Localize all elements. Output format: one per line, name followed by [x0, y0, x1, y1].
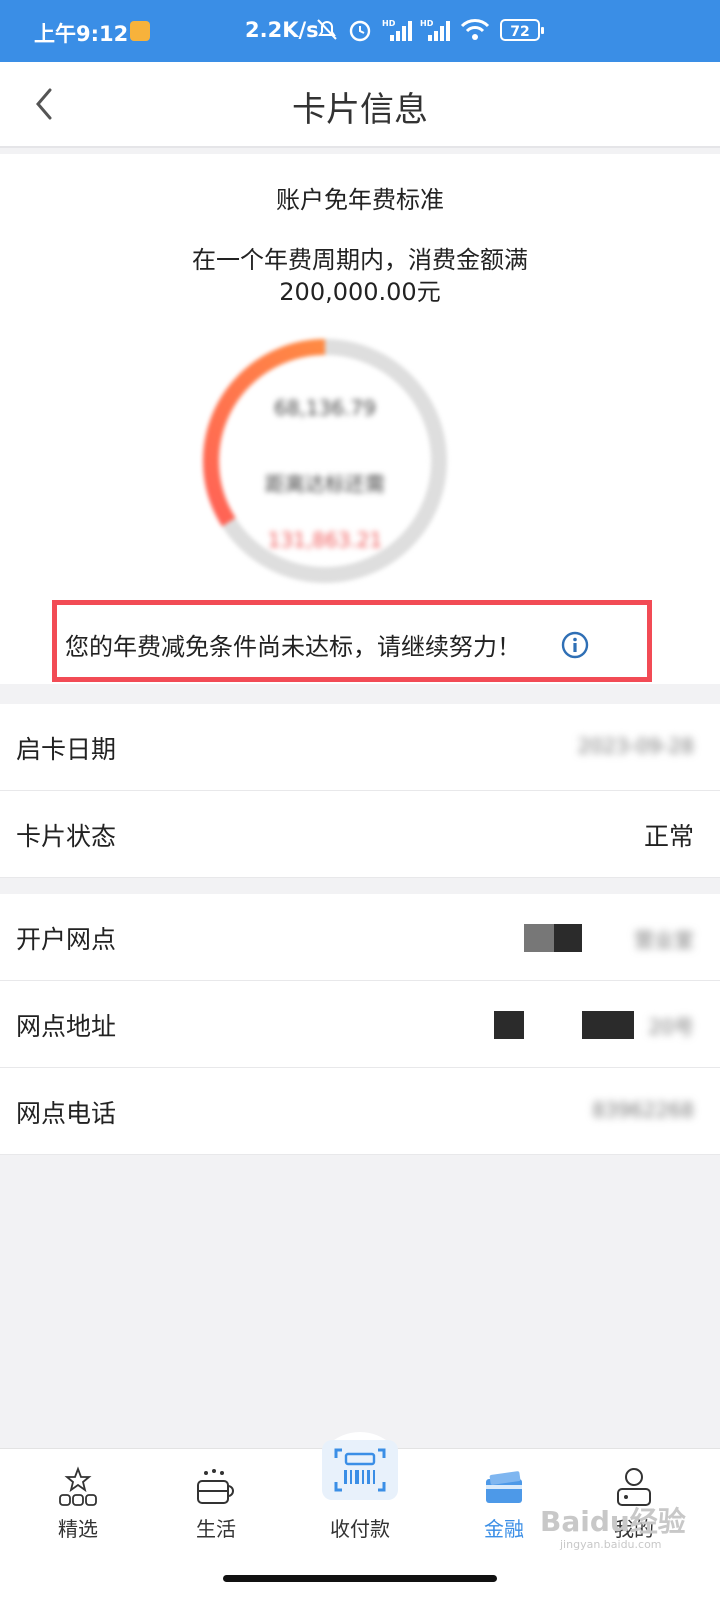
fee-waiver-alert: 您的年费减免条件尚未达标，请继续努力！ [52, 600, 652, 682]
row-card-status: 卡片状态 正常 [0, 791, 720, 878]
watermark-logo: Baidu经验 [540, 1505, 686, 1538]
row-branch-address: 网点地址 20号 [0, 981, 720, 1068]
fee-standard-threshold: 200,000.00元 [279, 278, 441, 306]
tab-life-label: 生活 [196, 1517, 236, 1541]
activation-date-value: 2023-09-28 [577, 734, 694, 758]
card-info-list: 启卡日期 2023-09-28 卡片状态 正常 [0, 704, 720, 878]
redaction-block [582, 1011, 634, 1039]
scan-barcode-icon [334, 1448, 386, 1492]
watermark-url: jingyan.baidu.com [560, 1538, 662, 1551]
battery-indicator: 72 [500, 19, 544, 41]
row-branch: 开户网点 营业室 [0, 894, 720, 981]
branch-address-label: 网点地址 [16, 1012, 117, 1041]
mute-bell-icon [317, 19, 337, 40]
branch-phone-label: 网点电话 [16, 1099, 117, 1128]
spent-amount: 68,136.79 [274, 396, 376, 420]
network-speed: 2.2K/s [245, 18, 319, 42]
status-time: 上午9:12 [34, 22, 129, 46]
fee-standard-description-line1: 在一个年费周期内，消费金额满 [192, 246, 528, 274]
branch-label: 开户网点 [16, 925, 117, 954]
branch-info-list: 开户网点 营业室 网点地址 20号 网点电话 83962268 [0, 894, 720, 1155]
remaining-amount: 131,863.21 [267, 528, 383, 552]
ring-label: 距离达标还需 [265, 472, 385, 496]
page-title: 卡片信息 [292, 90, 428, 130]
card-icon [486, 1471, 522, 1503]
status-bar: 上午9:12 2.2K/s HD HD 72 [0, 0, 720, 62]
fee-standard-description: 在一个年费周期内，消费金额满 200,000.00元 [0, 244, 720, 308]
branch-address-value: 20号 [648, 1015, 694, 1039]
tab-featured-label: 精选 [58, 1517, 98, 1541]
info-icon[interactable] [561, 631, 589, 659]
activation-date-label: 启卡日期 [16, 735, 117, 764]
card-status-value: 正常 [643, 822, 694, 851]
branch-value: 营业室 [634, 928, 694, 952]
card-status-label: 卡片状态 [16, 822, 117, 851]
fee-waiver-alert-text: 您的年费减免条件尚未达标，请继续努力！ [65, 633, 521, 661]
row-activation-date: 启卡日期 2023-09-28 [0, 704, 720, 791]
branch-phone-value: 83962268 [592, 1098, 694, 1122]
scan-barcode-button[interactable] [322, 1440, 398, 1500]
home-indicator[interactable] [223, 1575, 497, 1582]
svg-text:HD: HD [382, 19, 396, 28]
star-blocks-icon [59, 1466, 97, 1506]
spending-progress-ring: 68,136.79 距离达标还需 131,863.21 [196, 332, 454, 590]
fee-standard-title: 账户免年费标准 [276, 186, 444, 214]
signal-icon-1: HD [382, 19, 412, 41]
redaction-block [554, 924, 582, 952]
tab-featured[interactable]: 精选 [6, 1449, 150, 1569]
row-branch-phone: 网点电话 83962268 [0, 1068, 720, 1155]
nav-bar: 卡片信息 [0, 62, 720, 148]
signal-icon-2: HD [420, 19, 450, 41]
tab-pay-receive-label: 收付款 [330, 1517, 390, 1541]
tab-life[interactable]: 生活 [144, 1449, 288, 1569]
cup-icon [197, 1469, 234, 1504]
alarm-icon [349, 20, 371, 42]
wifi-icon [460, 19, 490, 40]
svg-text:HD: HD [420, 19, 434, 28]
notification-icon [130, 21, 150, 41]
redaction-block [494, 1011, 524, 1039]
redaction-block [524, 924, 554, 952]
